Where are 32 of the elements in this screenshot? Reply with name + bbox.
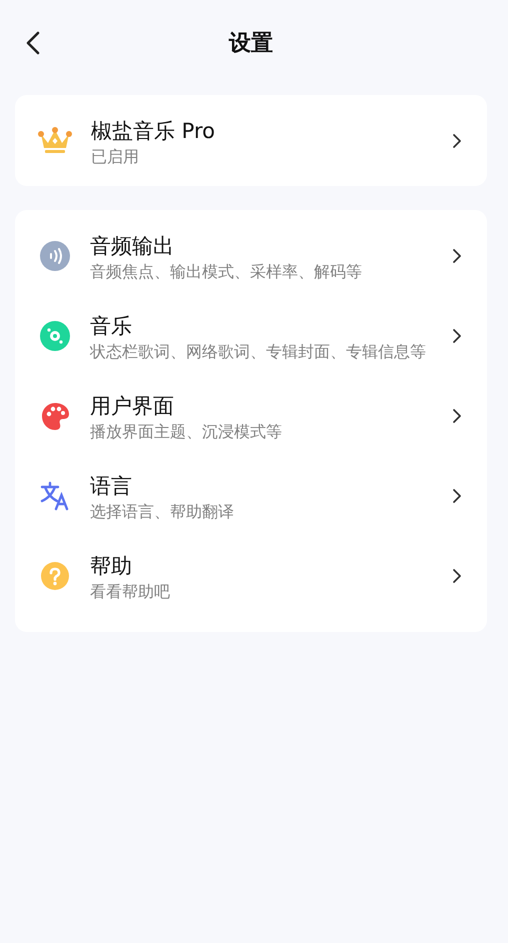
item-title: 帮助: [90, 553, 133, 580]
item-title: 语言: [90, 473, 133, 500]
item-title: 音乐: [90, 313, 133, 340]
item-subtitle: 状态栏歌词、网络歌词、专辑封面、专辑信息等: [90, 343, 427, 361]
chevron-icon: [452, 248, 462, 264]
chevron-icon: [452, 132, 462, 148]
item-title: 音频输出: [90, 233, 175, 260]
settings-item[interactable]: 用户界面 播放界面主题、沉浸模式等: [15, 380, 487, 452]
item-title: 用户界面: [90, 393, 175, 420]
settings-item[interactable]: 音乐 状态栏歌词、网络歌词、专辑封面、专辑信息等: [15, 300, 487, 372]
back-icon[interactable]: [25, 31, 41, 55]
chevron-icon: [452, 568, 462, 584]
crown-icon: [37, 126, 73, 156]
help-icon: [40, 561, 70, 591]
page-title: 设置: [229, 30, 273, 58]
item-subtitle: 已启用: [91, 148, 140, 166]
item-title: 椒盐音乐 Pro: [91, 118, 216, 144]
disc-icon: [40, 321, 70, 351]
item-subtitle: 音频焦点、输出模式、采样率、解码等: [90, 263, 363, 281]
chevron-icon: [452, 488, 462, 504]
item-subtitle: 播放界面主题、沉浸模式等: [90, 423, 283, 441]
palette-icon: [40, 401, 70, 431]
translate-icon: [40, 481, 70, 511]
sound-icon: [40, 241, 70, 271]
settings-item[interactable]: 帮助 看看帮助吧: [15, 540, 487, 612]
chevron-icon: [452, 328, 462, 344]
settings-item[interactable]: 语言 选择语言、帮助翻译: [15, 460, 487, 532]
item-subtitle: 看看帮助吧: [90, 583, 171, 601]
settings-item[interactable]: 音频输出 音频焦点、输出模式、采样率、解码等: [15, 220, 487, 292]
chevron-icon: [452, 408, 462, 424]
item-subtitle: 选择语言、帮助翻译: [90, 503, 235, 521]
pro-card[interactable]: 椒盐音乐 Pro 已启用: [15, 95, 487, 186]
